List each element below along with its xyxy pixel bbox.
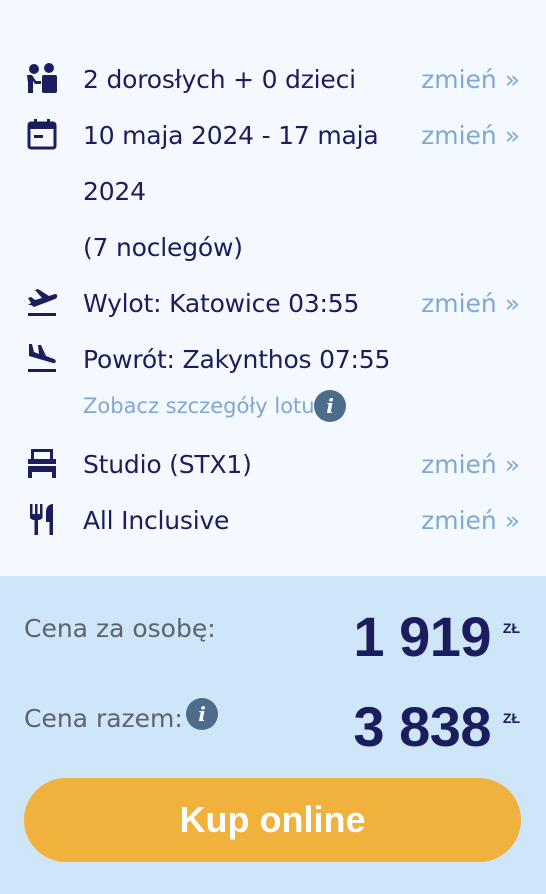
nights-text: (7 noclegów) <box>83 233 243 262</box>
per-person-currency: ZŁ <box>502 620 520 636</box>
dates-row-continued: 2024 <box>0 164 546 220</box>
change-board-link[interactable]: zmień » <box>421 493 520 549</box>
dates-text: 10 maja 2024 - 17 maja <box>83 121 379 150</box>
total-currency: ZŁ <box>502 710 520 726</box>
per-person-label: Cena za osobę: <box>24 614 216 643</box>
change-dates-link[interactable]: zmień » <box>421 108 520 164</box>
departure-text: Wylot: Katowice 03:55 <box>83 289 360 318</box>
total-label: Cena razem: <box>24 704 183 733</box>
change-room-link[interactable]: zmień » <box>421 437 520 493</box>
family-icon <box>24 60 60 96</box>
guests-row: 2 dorosłych + 0 dzieci zmień » <box>0 52 546 108</box>
departure-row: Wylot: Katowice 03:55 zmień » <box>0 276 546 332</box>
flight-details-label[interactable]: Zobacz szczegóły lotu <box>83 394 315 418</box>
calendar-icon <box>24 116 60 152</box>
info-icon[interactable]: i <box>186 698 218 730</box>
dates-text-year: 2024 <box>83 177 146 206</box>
guests-text: 2 dorosłych + 0 dzieci <box>83 65 356 94</box>
change-guests-link[interactable]: zmień » <box>421 52 520 108</box>
fork-knife-icon <box>24 501 60 537</box>
buy-online-button[interactable]: Kup online <box>24 778 521 862</box>
dates-row: 10 maja 2024 - 17 maja zmień » <box>0 108 546 164</box>
return-text: Powrót: Zakynthos 07:55 <box>83 345 391 374</box>
room-text: Studio (STX1) <box>83 450 252 479</box>
change-departure-link[interactable]: zmień » <box>421 276 520 332</box>
bed-icon <box>24 445 60 481</box>
info-icon[interactable]: i <box>314 390 346 422</box>
board-text: All Inclusive <box>83 506 230 535</box>
booking-details: 2 dorosłych + 0 dzieci zmień » 10 maja 2… <box>0 0 546 576</box>
nights-row: (7 noclegów) <box>0 220 546 276</box>
room-row: Studio (STX1) zmień » <box>0 437 546 493</box>
total-price: 3 838 <box>353 695 491 758</box>
flight-details-link[interactable]: Zobacz szczegóły lotu i <box>83 386 346 426</box>
board-row: All Inclusive zmień » <box>0 493 546 549</box>
plane-landing-icon <box>24 340 60 376</box>
plane-takeoff-icon <box>24 284 60 320</box>
per-person-price: 1 919 <box>353 605 491 668</box>
return-row: Powrót: Zakynthos 07:55 <box>0 332 546 388</box>
